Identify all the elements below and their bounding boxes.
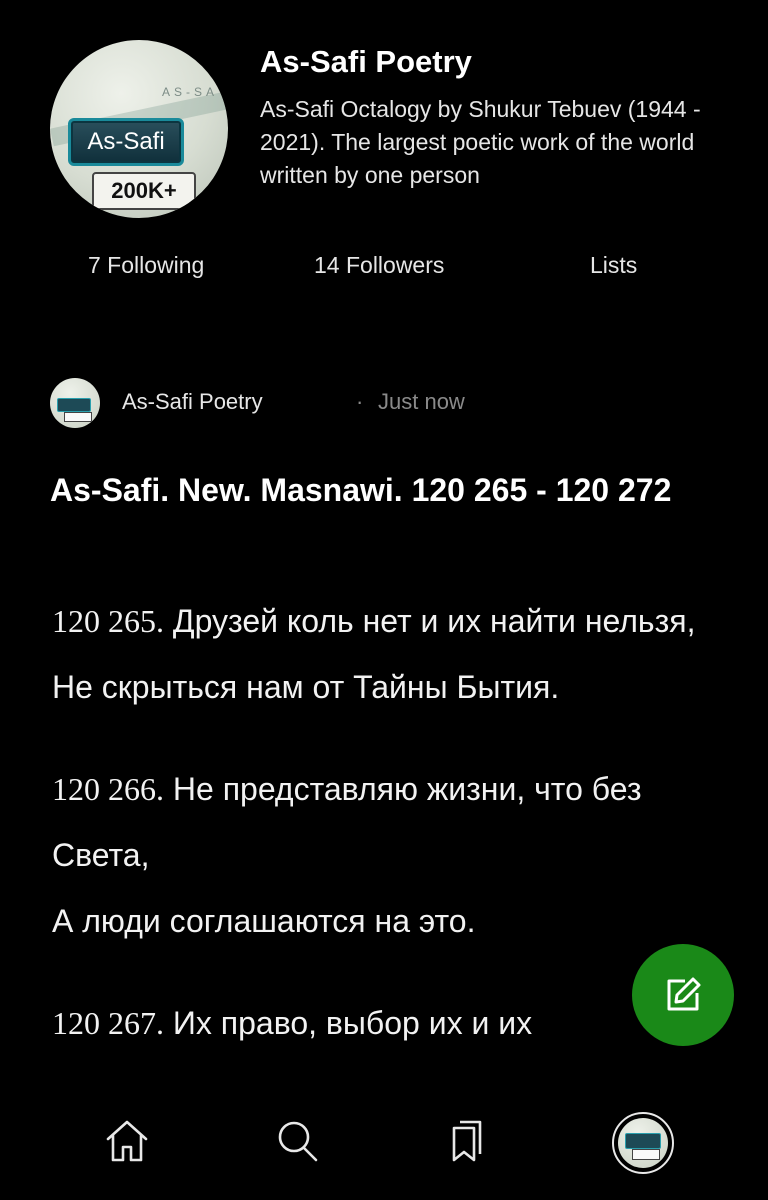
nav-avatar-count bbox=[632, 1149, 660, 1160]
profile-stats: 7 Following 14 Followers Lists bbox=[0, 252, 768, 286]
profile-bio: As-Safi Octalogy by Shukur Tebuev (1944 … bbox=[260, 96, 701, 188]
verse-number: 120 267. bbox=[52, 1005, 164, 1041]
edit-icon bbox=[667, 977, 701, 1011]
home-icon bbox=[106, 1120, 148, 1162]
verse-number: 120 266. bbox=[52, 771, 164, 807]
profile-page: AS-SA As-Safi 200K+ As-Safi Poetry As-Sa… bbox=[0, 0, 768, 1200]
nav-avatar-badge bbox=[625, 1133, 661, 1149]
avatar-faint-text: AS-SA bbox=[162, 85, 219, 99]
author-avatar-badge bbox=[57, 398, 91, 412]
nav-profile[interactable] bbox=[612, 1112, 674, 1174]
verse-line: А люди соглашаются на это. bbox=[52, 903, 476, 939]
post-author[interactable]: As-Safi Poetry bbox=[122, 389, 263, 415]
following-link[interactable]: 7 Following bbox=[88, 252, 204, 279]
profile-name: As-Safi Poetry bbox=[260, 44, 472, 79]
post-meta: As-Safi Poetry · Just now bbox=[50, 378, 750, 428]
post-title[interactable]: As-Safi. New. Masnawi. 120 265 - 120 272 bbox=[50, 465, 710, 515]
verse-line: 120 267. Их право, выбор их и их bbox=[52, 990, 732, 1056]
followers-link[interactable]: 14 Followers bbox=[314, 252, 444, 279]
search-icon bbox=[278, 1121, 318, 1162]
meta-separator: · bbox=[356, 389, 364, 414]
author-avatar[interactable] bbox=[50, 378, 100, 428]
profile-avatar[interactable]: AS-SA As-Safi 200K+ bbox=[50, 40, 228, 218]
verse: 120 267. Их право, выбор их и их bbox=[52, 990, 732, 1056]
avatar-badge: As-Safi bbox=[68, 118, 184, 166]
author-avatar-count bbox=[64, 412, 92, 422]
bottom-nav bbox=[0, 1078, 768, 1200]
nav-profile-avatar bbox=[618, 1118, 668, 1168]
verse-line: 120 266. Не представляю жизни, что без С… bbox=[52, 756, 732, 888]
bookmarks-icon bbox=[452, 1120, 482, 1162]
verse-line: Не скрыться нам от Тайны Бытия. bbox=[52, 669, 560, 705]
verse-line: 120 265. Друзей коль нет и их найти нель… bbox=[52, 588, 732, 654]
nav-search[interactable] bbox=[272, 1116, 322, 1166]
post-body[interactable]: 120 265. Друзей коль нет и их найти нель… bbox=[52, 588, 732, 1092]
verse-text: Их право, выбор их и их bbox=[172, 1005, 533, 1041]
verse: 120 266. Не представляю жизни, что без С… bbox=[52, 756, 732, 954]
lists-link[interactable]: Lists bbox=[590, 252, 637, 279]
write-button[interactable] bbox=[632, 944, 734, 1046]
verse: 120 265. Друзей коль нет и их найти нель… bbox=[52, 588, 732, 720]
post-time: Just now bbox=[378, 389, 465, 414]
verse-number: 120 265. bbox=[52, 603, 164, 639]
verse-text: Друзей коль нет и их найти нельзя, bbox=[172, 603, 696, 639]
nav-home[interactable] bbox=[102, 1116, 152, 1166]
nav-bookmarks[interactable] bbox=[442, 1116, 492, 1166]
avatar-count: 200K+ bbox=[92, 172, 196, 210]
